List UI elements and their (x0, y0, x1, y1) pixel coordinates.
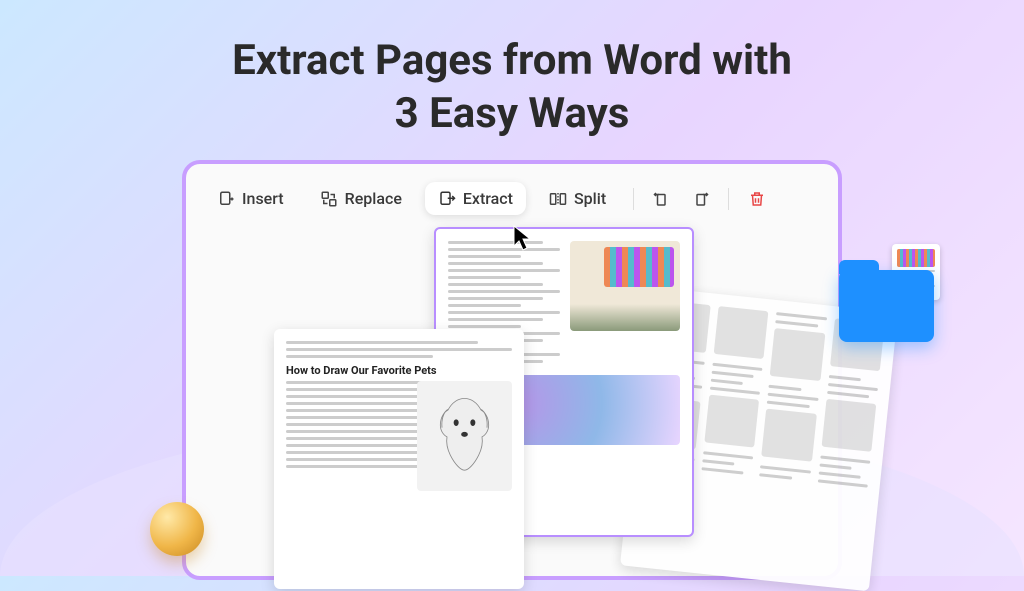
cursor-icon (512, 224, 536, 256)
insert-button[interactable]: Insert (204, 182, 297, 215)
split-button[interactable]: Split (536, 182, 619, 215)
extract-icon (438, 190, 456, 208)
page-title: Extract Pages from Word with 3 Easy Ways (0, 0, 1024, 155)
title-line-2: 3 Easy Ways (395, 89, 630, 138)
toolbar: Insert Replace Extract Split (204, 178, 820, 229)
pages-area: ting How to Draw Our Favorite (204, 229, 820, 569)
title-line-1: Extract Pages from Word with (232, 36, 792, 85)
folder-icon (839, 270, 934, 342)
insert-icon (217, 190, 235, 208)
rotate-left-icon (653, 190, 671, 208)
doc-heading: How to Draw Our Favorite Pets (286, 364, 512, 377)
trash-icon (748, 190, 766, 208)
rotate-right-icon (691, 190, 709, 208)
app-window: Insert Replace Extract Split (182, 160, 842, 580)
insert-label: Insert (242, 189, 284, 208)
delete-button[interactable] (743, 185, 771, 213)
paint-image (570, 241, 680, 331)
rotate-left-button[interactable] (648, 185, 676, 213)
replace-label: Replace (345, 189, 402, 208)
folder-graphic (839, 270, 934, 342)
extract-button[interactable]: Extract (425, 182, 526, 215)
separator (633, 188, 634, 210)
separator (728, 188, 729, 210)
decorative-sphere (150, 502, 204, 556)
split-label: Split (574, 189, 606, 208)
dog-image (417, 381, 512, 491)
extract-label: Extract (463, 189, 513, 208)
page-thumbnail-mid[interactable]: How to Draw Our Favorite Pets (274, 329, 524, 589)
replace-button[interactable]: Replace (307, 182, 415, 215)
rotate-right-button[interactable] (686, 185, 714, 213)
split-icon (549, 190, 567, 208)
replace-icon (320, 190, 338, 208)
